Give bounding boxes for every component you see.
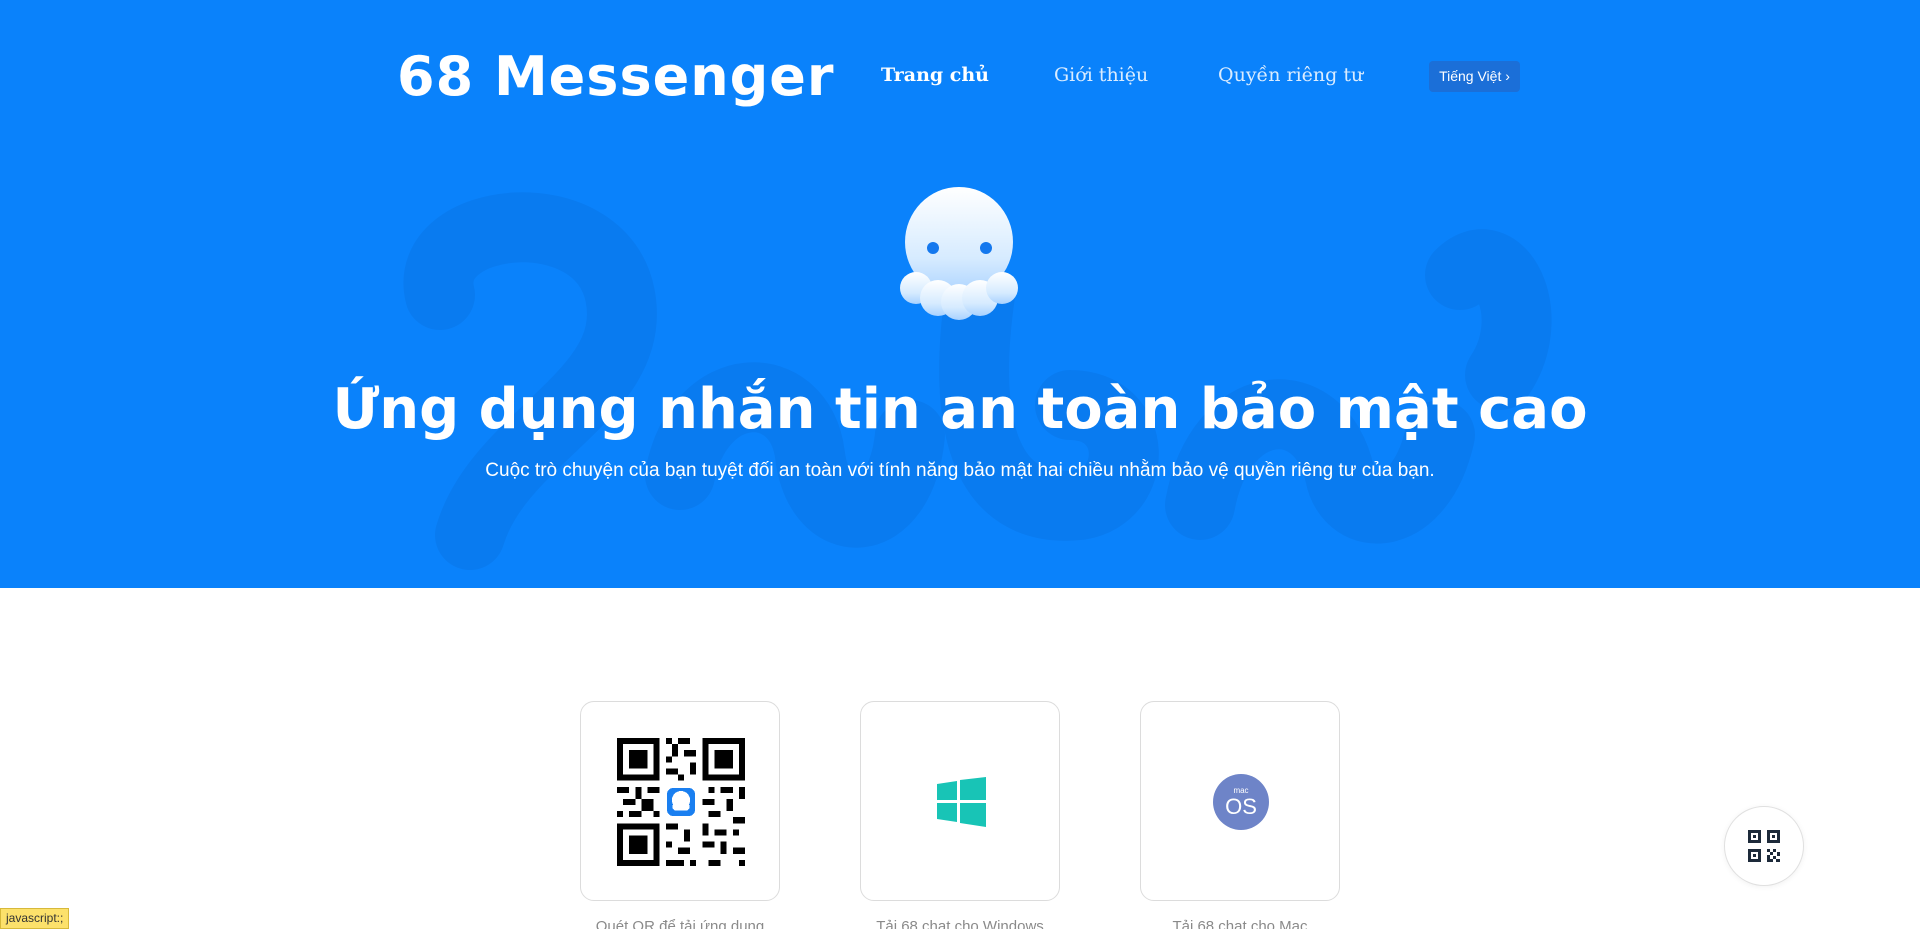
download-card-windows[interactable] [860,701,1060,901]
windows-logo-icon [937,777,986,827]
qr-code-icon [1748,830,1780,862]
qr-download-caption[interactable]: Quét QR để tải ứng dụng [560,917,800,929]
qr-code-icon [617,738,745,866]
language-button[interactable]: Tiếng Việt › [1429,61,1520,92]
nav-home[interactable]: Trang chủ [881,63,989,87]
nav-about[interactable]: Giới thiệu [1054,63,1148,87]
brand-logo[interactable]: 68 Messenger [397,42,835,112]
download-card-mac[interactable]: mac OS [1140,701,1340,901]
hero-subtitle: Cuộc trò chuyện của bạn tuyệt đối an toà… [485,460,1435,481]
mac-download-caption[interactable]: Tải 68 chat cho Mac [1120,917,1360,929]
nav-privacy[interactable]: Quyền riêng tư [1218,63,1363,87]
windows-download-caption[interactable]: Tải 68 chat cho Windows [840,917,1080,929]
macos-logo-icon: mac OS [1213,774,1269,830]
floating-qr-button[interactable] [1724,806,1804,886]
macos-large-text: OS [1225,794,1257,819]
download-card-qr[interactable] [580,701,780,901]
octopus-mascot-icon [900,187,1018,320]
hero-title: Ứng dụng nhắn tin an toàn bảo mật cao [332,377,1588,442]
hero-banner: 68 Messenger Trang chủ Giới thiệu Quyền … [0,0,1920,588]
status-bar-link-preview: javascript:; [0,908,70,929]
